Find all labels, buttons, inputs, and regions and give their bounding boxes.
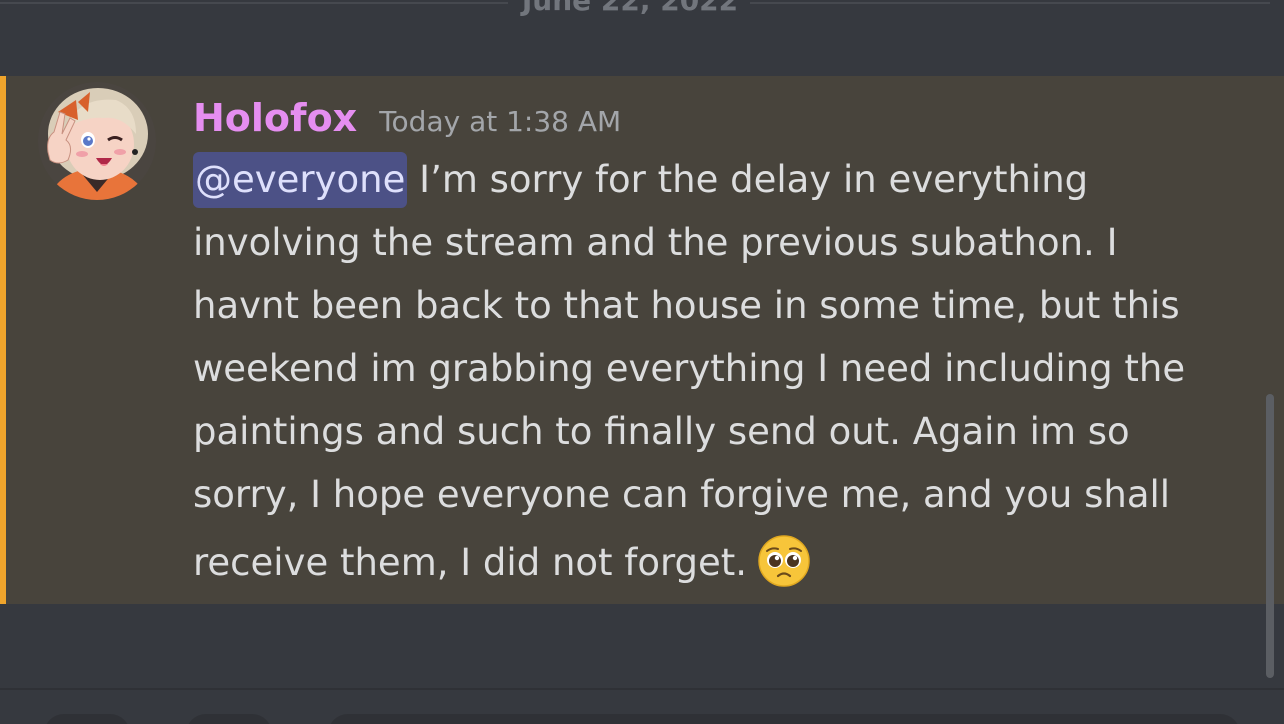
message-input-bar <box>0 690 1284 724</box>
message-timestamp[interactable]: Today at 1:38 AM <box>379 94 621 150</box>
everyone-mention[interactable]: @everyone <box>193 152 408 208</box>
date-divider: June 22, 2022 <box>0 0 1284 22</box>
message-line: weekend im grabbing everything I need in… <box>193 347 1186 390</box>
message-line: paintings and such to finally send out. … <box>193 410 1130 453</box>
divider-line-left <box>0 2 508 4</box>
apps-button[interactable] <box>186 714 272 724</box>
message-line: sorry, I hope everyone can forgive me, a… <box>193 473 1171 516</box>
pleading-face-emoji-icon[interactable] <box>757 534 811 588</box>
author-username[interactable]: Holofox <box>193 90 357 146</box>
avatar-image <box>38 82 156 200</box>
add-attachment-button[interactable] <box>44 714 130 724</box>
message-text: I’m sorry for the delay in everything <box>407 158 1089 201</box>
avatar[interactable] <box>38 82 156 200</box>
message-input[interactable] <box>328 714 1240 724</box>
message-line: involving the stream and the previous su… <box>193 221 1118 264</box>
chat-screen: June 22, 2022 Holofox Today at 1:38 AM @… <box>0 0 1284 724</box>
scrollbar-thumb[interactable] <box>1266 394 1274 678</box>
message-header: Holofox Today at 1:38 AM <box>193 90 621 146</box>
message-text: receive them, I did not forget. <box>193 541 748 584</box>
divider-line-right <box>750 2 1270 4</box>
message-line: receive them, I did not forget. <box>193 526 1253 600</box>
message-content: @everyone I’m sorry for the delay in eve… <box>193 148 1253 600</box>
message-line: havnt been back to that house in some ti… <box>193 284 1180 327</box>
date-divider-label: June 22, 2022 <box>521 0 739 17</box>
message-item[interactable]: Holofox Today at 1:38 AM @everyone I’m so… <box>0 76 1284 604</box>
mention-highlight-bar <box>0 76 6 604</box>
message-line: @everyone I’m sorry for the delay in eve… <box>193 148 1253 211</box>
